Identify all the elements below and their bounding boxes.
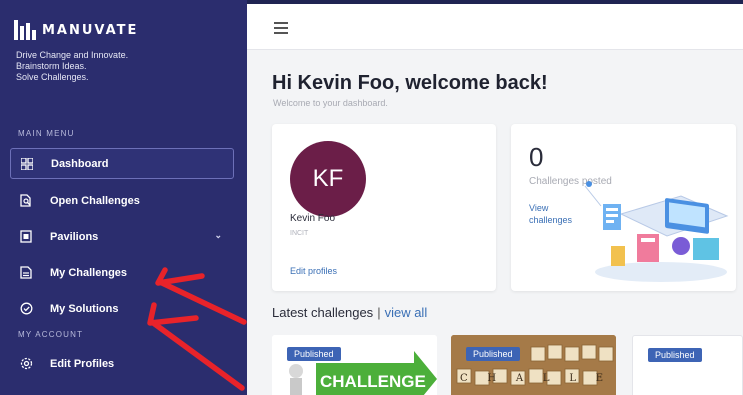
challenge-card[interactable]: Published	[632, 335, 743, 395]
status-badge: Published	[648, 348, 702, 362]
sidebar-item-my-solutions[interactable]: My Solutions	[10, 293, 234, 324]
tagline-line: Brainstorm Ideas.	[16, 61, 87, 71]
challenge-image: CHALLENGE	[272, 335, 437, 395]
challenge-image-text: C H A L L E N G E	[460, 373, 616, 384]
page-title: Hi Kevin Foo, welcome back!	[272, 72, 548, 94]
status-badge: Published	[287, 347, 341, 361]
sidebar-item-label: Dashboard	[51, 157, 109, 170]
brand-name: MANUVATE	[42, 22, 139, 38]
main-content: Hi Kevin Foo, welcome back! Welcome to y…	[247, 0, 743, 395]
sidebar: MANUVATE Drive Change and Innovate. Brai…	[0, 0, 247, 395]
main-menu-label: MAIN MENU	[18, 129, 75, 138]
sidebar-item-open-challenges[interactable]: Open Challenges	[10, 185, 234, 216]
sidebar-item-dashboard[interactable]: Dashboard	[10, 148, 234, 179]
edit-profiles-link[interactable]: Edit profiles	[290, 266, 337, 276]
sidebar-item-label: My Solutions	[50, 302, 119, 315]
sidebar-item-my-challenges[interactable]: My Challenges	[10, 257, 234, 288]
document-icon	[19, 266, 33, 280]
sidebar-item-pavilions[interactable]: Pavilions ⌄	[10, 221, 234, 252]
status-badge: Published	[466, 347, 520, 361]
profile-name: Kevin Foo	[290, 213, 336, 224]
profile-card: KF Kevin Foo INCIT Edit profiles	[272, 124, 496, 291]
gear-icon	[19, 357, 33, 371]
challenge-image: C H A L L E N G E	[451, 335, 616, 395]
dashboard-icon	[20, 157, 34, 171]
challenge-card[interactable]: Published CHALLENGE	[272, 335, 437, 395]
pavilion-icon	[19, 230, 33, 244]
challenge-card[interactable]: Published C H A L L E N G E	[451, 335, 616, 395]
challenges-stats-card: 0 Challenges posted View challenges	[511, 124, 736, 291]
view-challenges-link[interactable]: View challenges	[529, 202, 572, 226]
sidebar-item-label: My Challenges	[50, 266, 128, 279]
heading-separator: |	[377, 305, 381, 320]
challenge-image-text: CHALLENGE	[320, 372, 426, 391]
latest-challenges-heading: Latest challenges | view all	[272, 305, 427, 320]
sidebar-item-label: Edit Profiles	[50, 357, 115, 370]
tagline-line: Solve Challenges.	[16, 72, 89, 82]
sidebar-item-edit-profiles[interactable]: Edit Profiles	[10, 348, 234, 379]
chevron-down-icon[interactable]: ⌄	[214, 230, 222, 241]
app-window: MANUVATE Drive Change and Innovate. Brai…	[0, 0, 743, 395]
tagline: Drive Change and Innovate. Brainstorm Id…	[16, 50, 128, 83]
avatar: KF	[290, 141, 366, 217]
my-account-label: MY ACCOUNT	[18, 330, 84, 339]
challenges-count: 0	[529, 142, 544, 172]
latest-challenges-title: Latest challenges	[272, 305, 374, 320]
tagline-line: Drive Change and Innovate.	[16, 50, 129, 60]
profile-organization: INCIT	[290, 230, 309, 237]
page-subtitle: Welcome to your dashboard.	[273, 98, 388, 108]
top-bar	[247, 4, 743, 50]
sidebar-item-label: Pavilions	[50, 230, 99, 243]
search-document-icon	[19, 194, 33, 208]
view-all-link[interactable]: view all	[385, 305, 428, 320]
manuvate-logo-icon	[14, 20, 36, 40]
check-circle-icon	[19, 302, 33, 316]
hamburger-icon[interactable]	[274, 22, 288, 34]
sidebar-item-label: Open Challenges	[50, 194, 140, 207]
brand[interactable]: MANUVATE	[14, 20, 138, 40]
dashboard-illustration	[584, 181, 729, 282]
